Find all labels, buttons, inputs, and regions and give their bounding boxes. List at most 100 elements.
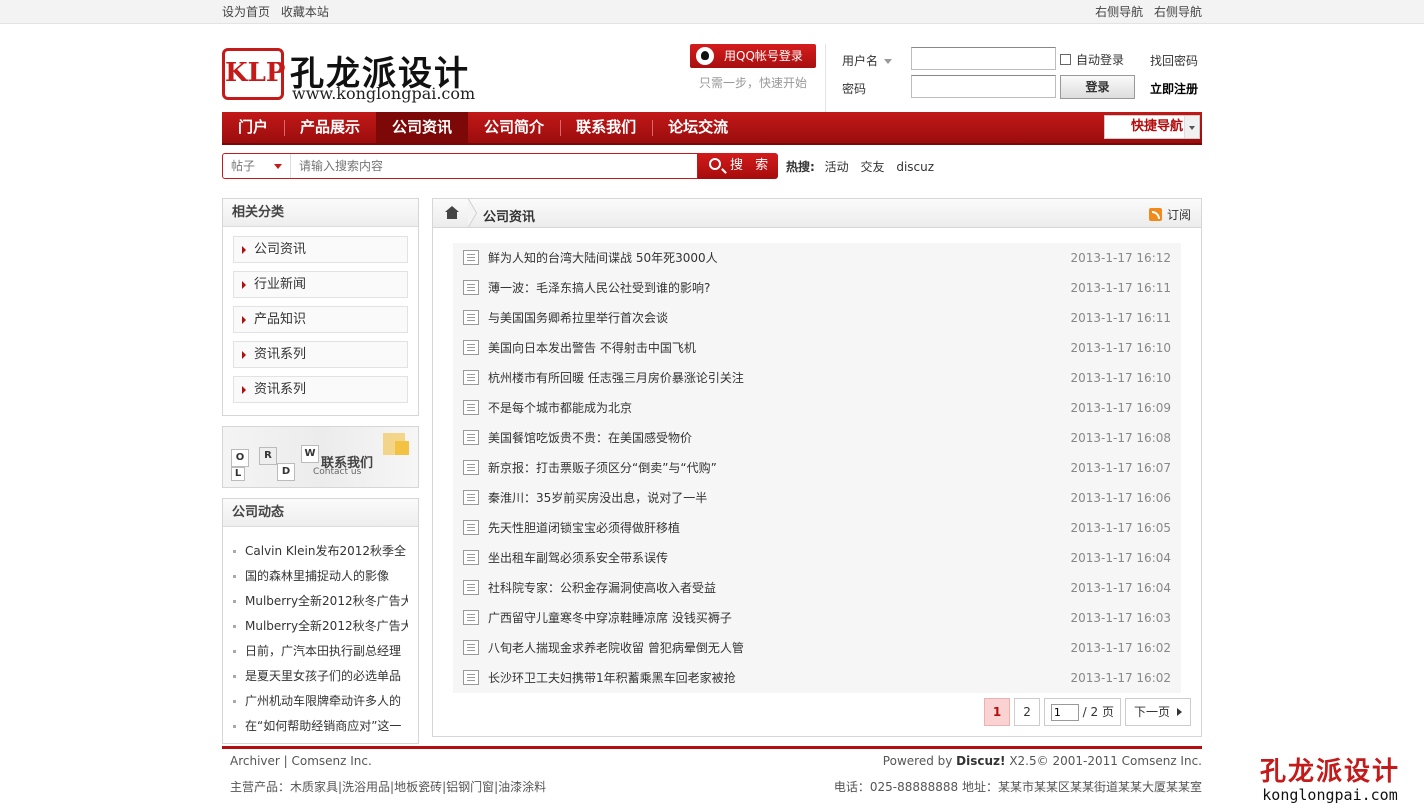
article-title[interactable]: 杭州楼市有所回暖 任志强三月房价暴涨论引关注 bbox=[488, 371, 744, 385]
nav-item-company-news[interactable]: 公司资讯 bbox=[376, 112, 469, 143]
site-logo[interactable]: KLP 孔龙派设计 www.konglongpai.com bbox=[222, 48, 532, 104]
category-item[interactable]: 公司资讯 bbox=[233, 236, 408, 263]
letter-block-icon: W bbox=[301, 445, 319, 463]
table-row[interactable]: 不是每个城市都能成为北京 2013-1-17 16:09 bbox=[453, 393, 1181, 423]
page-jump: / 2 页 bbox=[1043, 698, 1121, 726]
search-input[interactable] bbox=[293, 155, 693, 177]
username-type-select[interactable]: 用户名 bbox=[842, 52, 893, 69]
hot-search-item[interactable]: discuz bbox=[896, 160, 934, 174]
article-title[interactable]: 秦淮川：35岁前买房没出息，说对了一半 bbox=[488, 491, 707, 505]
table-row[interactable]: 秦淮川：35岁前买房没出息，说对了一半 2013-1-17 16:06 bbox=[453, 483, 1181, 513]
table-row[interactable]: 美国向日本发出警告 不得射击中国飞机 2013-1-17 16:10 bbox=[453, 333, 1181, 363]
nav-item-portal[interactable]: 门户 bbox=[222, 112, 284, 143]
list-item[interactable]: Mulberry全新2012秋冬广告大 bbox=[233, 589, 408, 614]
qq-login-button[interactable]: 用QQ帐号登录 bbox=[690, 44, 816, 68]
page-1-button[interactable]: 1 bbox=[983, 698, 1011, 726]
article-title[interactable]: 鲜为人知的台湾大陆间谍战 50年死3000人 bbox=[488, 251, 718, 265]
document-icon bbox=[463, 670, 479, 685]
nav-item-about[interactable]: 公司简介 bbox=[468, 112, 560, 143]
next-page-button[interactable]: 下一页 bbox=[1124, 698, 1191, 726]
bookmark-link[interactable]: 收藏本站 bbox=[281, 5, 329, 19]
list-item[interactable]: 日前，广汽本田执行副总经理 bbox=[233, 639, 408, 664]
letter-block-icon: L bbox=[231, 467, 245, 481]
username-input[interactable] bbox=[911, 47, 1056, 70]
table-row[interactable]: 社科院专家：公积金存漏洞使高收入者受益 2013-1-17 16:04 bbox=[453, 573, 1181, 603]
nav-item-forum[interactable]: 论坛交流 bbox=[652, 112, 744, 143]
table-row[interactable]: 鲜为人知的台湾大陆间谍战 50年死3000人 2013-1-17 16:12 bbox=[453, 243, 1181, 273]
category-item[interactable]: 资讯系列 bbox=[233, 376, 408, 403]
article-title[interactable]: 薄一波：毛泽东搞人民公社受到谁的影响? bbox=[488, 281, 710, 295]
top-bar-left: 设为首页 收藏本站 bbox=[222, 0, 1202, 24]
page-jump-input[interactable] bbox=[1050, 704, 1079, 721]
table-row[interactable]: 八旬老人揣现金求养老院收留 曾犯病晕倒无人管 2013-1-17 16:02 bbox=[453, 633, 1181, 663]
hot-search-item[interactable]: 交友 bbox=[860, 160, 884, 174]
breadcrumb: 公司资讯 订阅 bbox=[432, 198, 1202, 228]
list-item[interactable]: Mulberry全新2012秋冬广告大 bbox=[233, 614, 408, 639]
nav-item-products[interactable]: 产品展示 bbox=[284, 112, 376, 143]
page-2-button[interactable]: 2 bbox=[1014, 698, 1040, 726]
table-row[interactable]: 广西留守儿童寒冬中穿凉鞋睡凉席 没钱买褥子 2013-1-17 16:03 bbox=[453, 603, 1181, 633]
auto-login-checkbox[interactable]: 自动登录 bbox=[1060, 51, 1124, 68]
article-date: 2013-1-17 16:09 bbox=[1070, 401, 1172, 415]
table-row[interactable]: 美国餐馆吃饭贵不贵：在美国感受物价 2013-1-17 16:08 bbox=[453, 423, 1181, 453]
auto-login-label: 自动登录 bbox=[1076, 53, 1125, 67]
article-title[interactable]: 广西留守儿童寒冬中穿凉鞋睡凉席 没钱买褥子 bbox=[488, 611, 732, 625]
forgot-password-link[interactable]: 找回密码 bbox=[1150, 52, 1198, 69]
article-title[interactable]: 社科院专家：公积金存漏洞使高收入者受益 bbox=[488, 581, 716, 595]
article-title[interactable]: 美国向日本发出警告 不得射击中国飞机 bbox=[488, 341, 696, 355]
table-row[interactable]: 长沙环卫工夫妇携带1年积蓄乘黑车回老家被抢 2013-1-17 16:02 bbox=[453, 663, 1181, 693]
table-row[interactable]: 先天性胆道闭锁宝宝必须得做肝移植 2013-1-17 16:05 bbox=[453, 513, 1181, 543]
category-list: 公司资讯 行业新闻 产品知识 资讯系列 资讯系列 bbox=[223, 227, 418, 415]
article-title[interactable]: 八旬老人揣现金求养老院收留 曾犯病晕倒无人管 bbox=[488, 641, 744, 655]
login-button[interactable]: 登录 bbox=[1060, 75, 1135, 99]
article-date: 2013-1-17 16:05 bbox=[1070, 521, 1172, 535]
letter-block-icon: O bbox=[231, 449, 249, 467]
rss-subscribe-link[interactable]: 订阅 bbox=[1148, 206, 1191, 223]
right-nav-link-1[interactable]: 右侧导航 bbox=[1095, 5, 1143, 19]
powered-brand[interactable]: Discuz! bbox=[956, 754, 1005, 768]
table-row[interactable]: 与美国国务卿希拉里举行首次会谈 2013-1-17 16:11 bbox=[453, 303, 1181, 333]
list-item[interactable]: Calvin Klein发布2012秋季全 bbox=[233, 539, 408, 564]
list-item[interactable]: 国的森林里捕捉动人的影像 bbox=[233, 564, 408, 589]
article-title[interactable]: 新京报：打击票贩子须区分“倒卖”与“代购” bbox=[488, 461, 717, 475]
footer-links[interactable]: Archiver | Comsenz Inc. bbox=[230, 754, 372, 768]
watermark-name: 孔龙派设计 bbox=[1259, 757, 1400, 787]
breadcrumb-current: 公司资讯 bbox=[483, 210, 536, 225]
article-date: 2013-1-17 16:11 bbox=[1070, 311, 1172, 325]
list-item[interactable]: 是夏天里女孩子们的必选单品 bbox=[233, 664, 408, 689]
top-bar-right: 右侧导航 右侧导航 bbox=[1088, 0, 1202, 24]
password-input[interactable] bbox=[911, 75, 1056, 98]
set-homepage-link[interactable]: 设为首页 bbox=[222, 5, 270, 19]
table-row[interactable]: 杭州楼市有所回暖 任志强三月房价暴涨论引关注 2013-1-17 16:10 bbox=[453, 363, 1181, 393]
home-icon[interactable] bbox=[433, 199, 469, 227]
company-news-title: 公司动态 bbox=[223, 499, 418, 527]
logo-url: www.konglongpai.com bbox=[292, 84, 476, 103]
quick-nav-button[interactable]: 快捷导航 bbox=[1104, 115, 1200, 139]
nav-item-contact[interactable]: 联系我们 bbox=[560, 112, 652, 143]
search-type-label: 帖子 bbox=[231, 159, 256, 173]
category-panel-title: 相关分类 bbox=[223, 199, 418, 227]
category-item[interactable]: 产品知识 bbox=[233, 306, 408, 333]
table-row[interactable]: 薄一波：毛泽东搞人民公社受到谁的影响? 2013-1-17 16:11 bbox=[453, 273, 1181, 303]
right-nav-link-2[interactable]: 右侧导航 bbox=[1154, 5, 1202, 19]
article-title[interactable]: 美国餐馆吃饭贵不贵：在美国感受物价 bbox=[488, 431, 692, 445]
article-title[interactable]: 不是每个城市都能成为北京 bbox=[488, 401, 632, 415]
article-title[interactable]: 先天性胆道闭锁宝宝必须得做肝移植 bbox=[488, 521, 680, 535]
hot-search: 热搜: 活动 交友 discuz bbox=[786, 158, 942, 175]
list-item[interactable]: 广州机动车限牌牵动许多人的 bbox=[233, 689, 408, 714]
article-title[interactable]: 与美国国务卿希拉里举行首次会谈 bbox=[488, 311, 668, 325]
document-icon bbox=[463, 610, 479, 625]
table-row[interactable]: 坐出租车副驾必须系安全带系误传 2013-1-17 16:04 bbox=[453, 543, 1181, 573]
list-item[interactable]: 在“如何帮助经销商应对”这一 bbox=[233, 714, 408, 739]
hot-search-item[interactable]: 活动 bbox=[825, 160, 849, 174]
register-link[interactable]: 立即注册 bbox=[1150, 80, 1198, 97]
search-button[interactable]: 搜 索 bbox=[698, 153, 778, 179]
article-date: 2013-1-17 16:04 bbox=[1070, 581, 1172, 595]
category-item[interactable]: 资讯系列 bbox=[233, 341, 408, 368]
article-title[interactable]: 坐出租车副驾必须系安全带系误传 bbox=[488, 551, 668, 565]
article-title[interactable]: 长沙环卫工夫妇携带1年积蓄乘黑车回老家被抢 bbox=[488, 671, 736, 685]
search-type-select[interactable]: 帖子 bbox=[223, 154, 291, 178]
contact-us-banner[interactable]: O R D L W 联系我们 Contact us bbox=[222, 426, 419, 488]
table-row[interactable]: 新京报：打击票贩子须区分“倒卖”与“代购” 2013-1-17 16:07 bbox=[453, 453, 1181, 483]
category-item[interactable]: 行业新闻 bbox=[233, 271, 408, 298]
